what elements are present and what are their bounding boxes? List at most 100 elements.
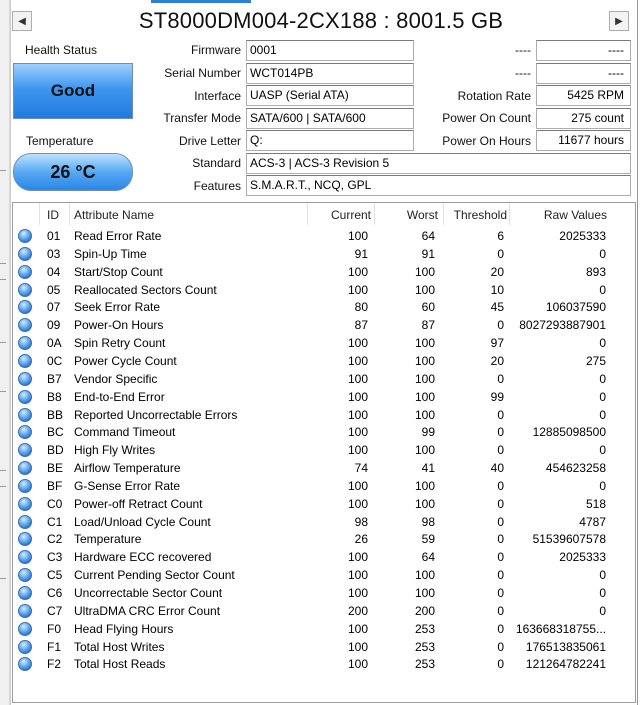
worst-value: 59: [421, 532, 435, 547]
worst-value: 100: [414, 336, 435, 351]
blank-field-2[interactable]: ----: [536, 63, 631, 84]
table-row[interactable]: BB Reported Uncorrectable Errors 100 100 0 0: [13, 406, 635, 424]
table-row[interactable]: 03 Spin-Up Time 91 91 0 0: [13, 245, 635, 263]
table-row[interactable]: C7 UltraDMA CRC Error Count 200 200 0 0: [13, 602, 635, 620]
status-dot-icon: [18, 353, 32, 368]
table-row[interactable]: BF G-Sense Error Rate 100 100 0 0: [13, 477, 635, 495]
table-row[interactable]: B7 Vendor Specific 100 100 0 0: [13, 370, 635, 388]
previous-disk-button[interactable]: ◀: [12, 11, 32, 31]
next-disk-button[interactable]: ▶: [609, 11, 629, 31]
column-separator: [39, 203, 40, 225]
raw-value: 176513835061: [525, 639, 606, 654]
status-dot-icon: [18, 229, 32, 243]
attribute-name: Start/Stop Count: [74, 264, 163, 279]
current-value: 91: [354, 246, 368, 261]
table-row[interactable]: BD High Fly Writes 100 100 0 0: [13, 441, 635, 459]
current-value: 80: [354, 300, 368, 315]
health-status-button[interactable]: Good: [13, 63, 133, 119]
raw-value: 51539607578: [532, 532, 606, 547]
raw-value: 0: [599, 371, 606, 386]
attribute-name: High Fly Writes: [74, 443, 156, 458]
health-status-value: Good: [50, 81, 96, 100]
temperature-button[interactable]: 26 °C: [13, 153, 133, 191]
worst-value: 100: [414, 389, 435, 404]
power-on-count-label: Power On Count: [442, 111, 531, 125]
table-row[interactable]: F1 Total Host Writes 100 253 0 176513835061: [13, 638, 635, 656]
standard-field[interactable]: ACS-3 | ACS-3 Revision 5: [246, 153, 631, 174]
current-value: 100: [347, 353, 368, 368]
current-value: 98: [354, 514, 368, 529]
table-row[interactable]: 07 Seek Error Rate 80 60 45 106037590: [13, 298, 635, 316]
worst-value: 200: [414, 603, 435, 618]
firmware-field[interactable]: 0001: [246, 40, 414, 61]
power-on-hours-field[interactable]: 11677 hours: [536, 130, 631, 151]
column-header-id[interactable]: ID: [47, 208, 59, 222]
status-dot-icon: [18, 514, 32, 529]
table-row[interactable]: C2 Temperature 26 59 0 51539607578: [13, 530, 635, 548]
table-row[interactable]: 04 Start/Stop Count 100 100 20 893: [13, 263, 635, 281]
attribute-name: Spin-Up Time: [74, 246, 147, 261]
active-tab-indicator: [151, 0, 251, 3]
serial-number-field[interactable]: WCT014PB: [246, 63, 414, 84]
table-row[interactable]: C1 Load/Unload Cycle Count 98 98 0 4787: [13, 513, 635, 531]
table-row[interactable]: C5 Current Pending Sector Count 100 100 0 0: [13, 566, 635, 584]
column-header-worst[interactable]: Worst: [376, 208, 438, 222]
table-row[interactable]: B8 End-to-End Error 100 100 99 0: [13, 388, 635, 406]
interface-field[interactable]: UASP (Serial ATA): [246, 85, 414, 106]
table-row[interactable]: F2 Total Host Reads 100 253 0 121264782241: [13, 655, 635, 673]
current-value: 100: [347, 657, 368, 672]
worst-value: 100: [414, 478, 435, 493]
worst-value: 41: [421, 461, 435, 476]
rotation-rate-field[interactable]: 5425 RPM: [536, 85, 631, 106]
table-row[interactable]: BC Command Timeout 100 99 0 12885098500: [13, 423, 635, 441]
table-row[interactable]: C6 Uncorrectable Sector Count 100 100 0 0: [13, 584, 635, 602]
table-row[interactable]: 01 Read Error Rate 100 64 6 2025333: [13, 227, 635, 245]
current-value: 100: [347, 336, 368, 351]
table-row[interactable]: C3 Hardware ECC recovered 100 64 0 2025333: [13, 548, 635, 566]
column-separator: [307, 203, 308, 225]
attribute-name: Power-On Hours: [74, 318, 164, 333]
firmware-label: Firmware: [191, 43, 241, 57]
attribute-name: Reported Uncorrectable Errors: [74, 407, 238, 422]
column-header-threshold[interactable]: Threshold: [445, 208, 507, 222]
status-dot-icon: [18, 603, 32, 618]
column-header-raw-values[interactable]: Raw Values: [511, 208, 607, 222]
status-dot-icon: [18, 496, 32, 511]
table-row[interactable]: F0 Head Flying Hours 100 253 0 163668318755..…: [13, 620, 635, 638]
attribute-id: F2: [47, 657, 62, 672]
attribute-name: Vendor Specific: [74, 371, 158, 386]
table-row[interactable]: 05 Reallocated Sectors Count 100 100 10 0: [13, 281, 635, 299]
smart-attributes-table[interactable]: ID Attribute Name Current Worst Threshol…: [12, 202, 636, 703]
power-on-count-field[interactable]: 275 count: [536, 108, 631, 129]
worst-value: 64: [421, 550, 435, 565]
table-row[interactable]: C0 Power-off Retract Count 100 100 0 518: [13, 495, 635, 513]
raw-value: 106037590: [545, 300, 606, 315]
status-dot-icon: [18, 282, 32, 297]
attribute-id: BC: [47, 425, 64, 440]
transfer-mode-field[interactable]: SATA/600 | SATA/600: [246, 108, 414, 129]
raw-value: 0: [599, 443, 606, 458]
serial-number-label: Serial Number: [164, 66, 241, 80]
worst-value: 100: [414, 264, 435, 279]
attribute-id: 03: [47, 246, 61, 261]
table-row[interactable]: 0C Power Cycle Count 100 100 20 275: [13, 352, 635, 370]
table-row[interactable]: 0A Spin Retry Count 100 100 97 0: [13, 334, 635, 352]
column-header-attribute-name[interactable]: Attribute Name: [74, 208, 154, 222]
table-row[interactable]: 09 Power-On Hours 87 87 0 8027293887901: [13, 316, 635, 334]
status-dot-icon: [18, 568, 32, 583]
attribute-id: F1: [47, 639, 62, 654]
blank-field-1[interactable]: ----: [536, 40, 631, 61]
attribute-id: C3: [47, 550, 63, 565]
status-dot-icon: [18, 246, 32, 261]
features-field[interactable]: S.M.A.R.T., NCQ, GPL: [246, 175, 631, 196]
worst-value: 87: [421, 318, 435, 333]
drive-letter-field[interactable]: Q:: [246, 130, 414, 151]
attribute-name: G-Sense Error Rate: [74, 478, 181, 493]
column-separator: [374, 203, 375, 225]
table-row[interactable]: BE Airflow Temperature 74 41 40 454623258: [13, 459, 635, 477]
raw-value: 0: [599, 336, 606, 351]
raw-value: 2025333: [559, 229, 606, 243]
column-header-current[interactable]: Current: [309, 208, 371, 222]
attribute-id: 0C: [47, 353, 63, 368]
raw-value: 0: [599, 282, 606, 297]
